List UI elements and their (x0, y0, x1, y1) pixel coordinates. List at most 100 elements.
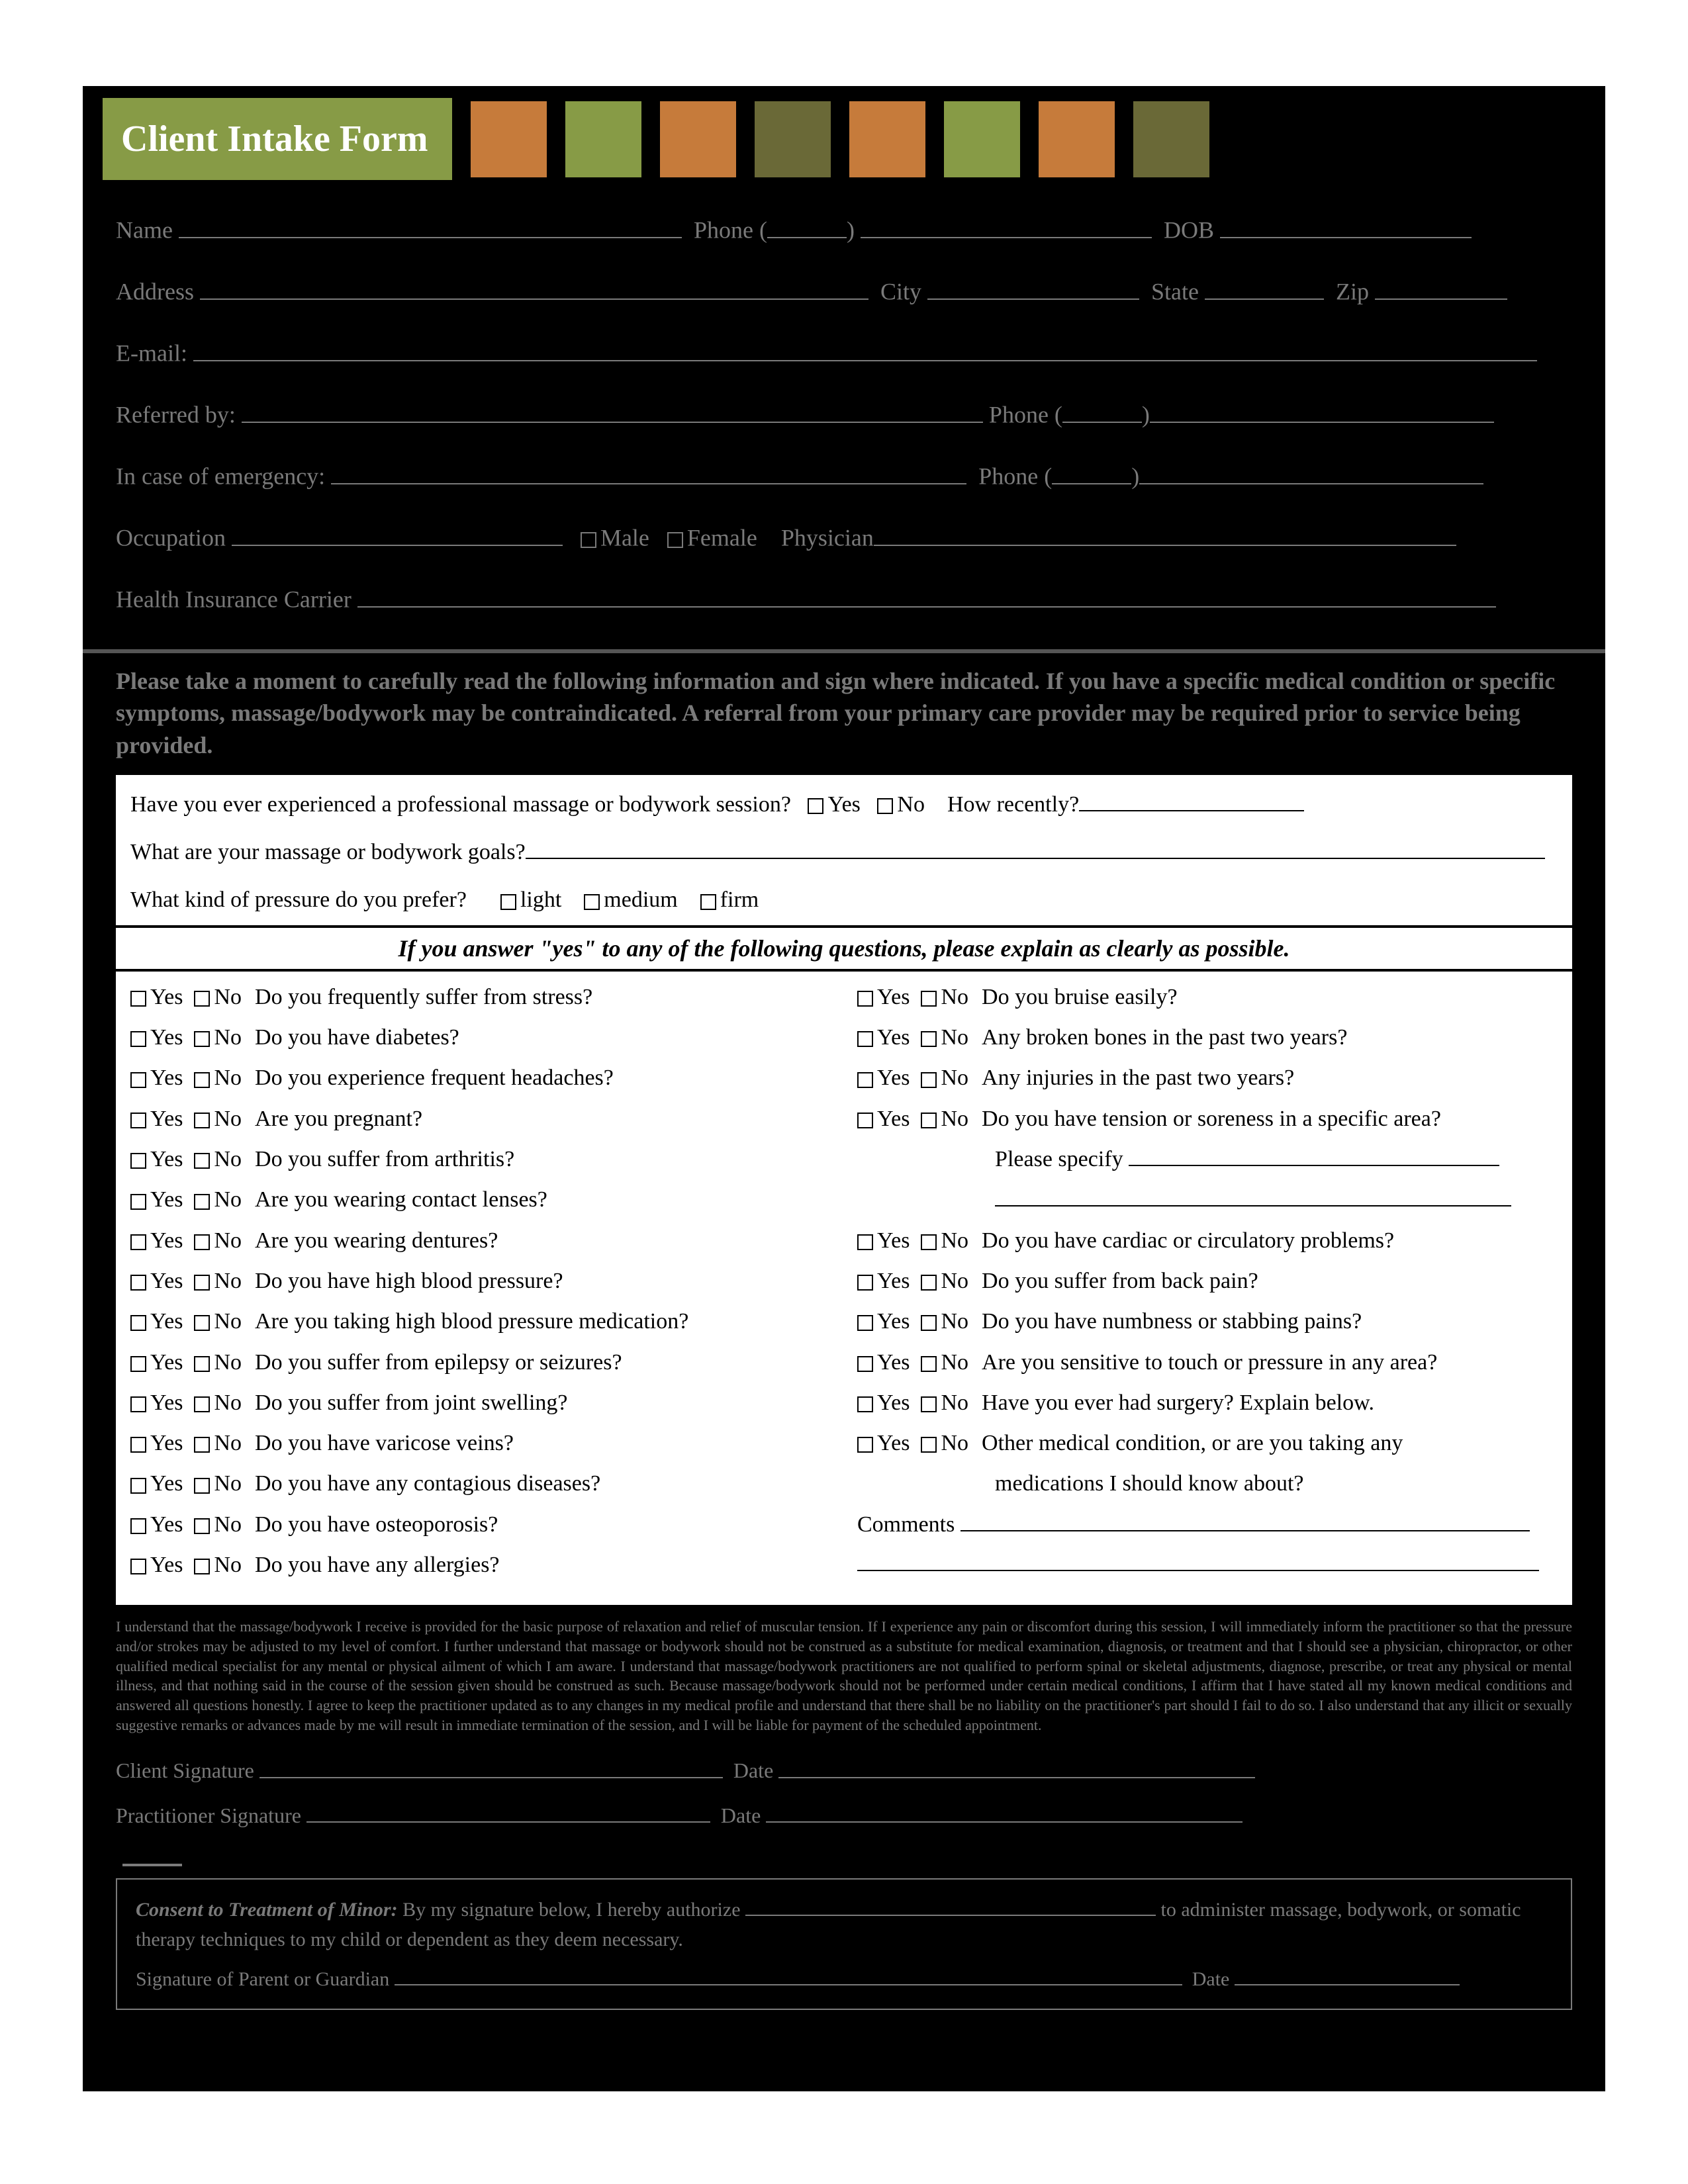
checkbox-yes[interactable] (130, 1072, 146, 1088)
checkbox-no[interactable] (194, 991, 210, 1007)
input-referred[interactable] (242, 396, 983, 423)
checkbox-no[interactable] (194, 1437, 210, 1453)
checkbox-firm[interactable] (700, 894, 716, 910)
checkbox-no[interactable] (921, 1234, 937, 1250)
checkbox-female[interactable] (667, 532, 683, 548)
checkbox-yes[interactable] (857, 1396, 873, 1412)
input-practitioner-sig[interactable] (306, 1799, 710, 1823)
input-comments[interactable] (961, 1509, 1530, 1531)
input-practitioner-date[interactable] (766, 1799, 1243, 1823)
checkbox-no[interactable] (921, 991, 937, 1007)
input-specify2[interactable] (995, 1184, 1511, 1206)
checkbox-yes[interactable] (130, 1234, 146, 1250)
checkbox-no[interactable] (194, 1518, 210, 1534)
question-row: Yes NoDo you have diabetes? (130, 1021, 831, 1054)
label-yes: Yes (877, 1228, 910, 1253)
checkbox-light[interactable] (500, 894, 516, 910)
checkbox-no[interactable] (194, 1072, 210, 1088)
checkbox-exp-yes[interactable] (808, 798, 823, 814)
input-name[interactable] (179, 212, 682, 238)
label-yes: Yes (150, 1553, 183, 1577)
input-email[interactable] (193, 335, 1537, 361)
label-no: No (941, 1025, 968, 1050)
question-text: Do you suffer from back pain? (982, 1265, 1558, 1297)
checkbox-no[interactable] (921, 1315, 937, 1331)
checkbox-yes[interactable] (130, 1275, 146, 1291)
checkbox-no[interactable] (194, 1356, 210, 1372)
checkbox-yes[interactable] (130, 1356, 146, 1372)
checkbox-yes[interactable] (130, 1559, 146, 1574)
checkbox-no[interactable] (921, 1113, 937, 1128)
question-row: Yes NoDo you experience frequent headach… (130, 1062, 831, 1094)
input-minor-date[interactable] (1235, 1964, 1460, 1985)
input-phone3[interactable] (1139, 458, 1483, 484)
checkbox-yes[interactable] (130, 1315, 146, 1331)
question-row: Yes NoDo you have tension or soreness in… (857, 1103, 1558, 1135)
input-phone2-area[interactable] (1062, 396, 1142, 423)
checkbox-exp-no[interactable] (877, 798, 893, 814)
checkbox-yes[interactable] (857, 1275, 873, 1291)
input-city[interactable] (927, 273, 1139, 300)
label-yes: Yes (150, 1390, 183, 1415)
checkbox-yes[interactable] (857, 991, 873, 1007)
input-parent-sig[interactable] (395, 1964, 1182, 1985)
checkbox-no[interactable] (194, 1396, 210, 1412)
checkbox-no[interactable] (194, 1031, 210, 1047)
checkbox-male[interactable] (581, 532, 596, 548)
checkbox-no[interactable] (921, 1396, 937, 1412)
input-emergency[interactable] (331, 458, 966, 484)
input-phone-area[interactable] (767, 212, 847, 238)
input-insurance[interactable] (357, 581, 1496, 608)
checkbox-yes[interactable] (130, 1396, 146, 1412)
checkbox-no[interactable] (921, 1072, 937, 1088)
checkbox-no[interactable] (194, 1478, 210, 1494)
input-address[interactable] (200, 273, 868, 300)
checkbox-no[interactable] (921, 1275, 937, 1291)
checkbox-no[interactable] (194, 1194, 210, 1210)
input-occupation[interactable] (232, 520, 563, 546)
checkbox-yes[interactable] (130, 1478, 146, 1494)
checkbox-medium[interactable] (584, 894, 600, 910)
input-phone[interactable] (861, 212, 1152, 238)
page-frame: Client Intake Form Name Phone () DOB Add… (83, 86, 1605, 2091)
checkbox-no[interactable] (194, 1315, 210, 1331)
input-physician[interactable] (874, 520, 1456, 546)
input-zip[interactable] (1375, 273, 1507, 300)
input-specify[interactable] (1129, 1144, 1499, 1166)
checkbox-yes[interactable] (130, 1518, 146, 1534)
checkbox-no[interactable] (194, 1234, 210, 1250)
checkbox-yes[interactable] (130, 1153, 146, 1169)
checkbox-no[interactable] (194, 1113, 210, 1128)
label-no: No (214, 1066, 242, 1090)
checkbox-yes[interactable] (857, 1437, 873, 1453)
checkbox-yes[interactable] (130, 1194, 146, 1210)
checkbox-yes[interactable] (130, 1437, 146, 1453)
question-text: Do you have varicose veins? (255, 1427, 831, 1459)
input-state[interactable] (1205, 273, 1324, 300)
input-phone2[interactable] (1150, 396, 1494, 423)
input-comments2[interactable] (857, 1549, 1539, 1571)
checkbox-no[interactable] (194, 1559, 210, 1574)
checkbox-no[interactable] (921, 1356, 937, 1372)
input-phone3-area[interactable] (1052, 458, 1131, 484)
checkbox-yes[interactable] (857, 1234, 873, 1250)
checkbox-yes[interactable] (857, 1072, 873, 1088)
checkbox-yes[interactable] (857, 1113, 873, 1128)
checkbox-yes[interactable] (857, 1356, 873, 1372)
input-minor-auth[interactable] (745, 1894, 1156, 1916)
checkbox-yes[interactable] (857, 1315, 873, 1331)
input-client-date[interactable] (778, 1754, 1255, 1778)
checkbox-yes[interactable] (130, 991, 146, 1007)
checkbox-yes[interactable] (130, 1113, 146, 1128)
checkbox-no[interactable] (194, 1275, 210, 1291)
input-client-sig[interactable] (259, 1754, 723, 1778)
checkbox-yes[interactable] (130, 1031, 146, 1047)
input-goals[interactable] (526, 837, 1545, 859)
checkbox-no[interactable] (921, 1437, 937, 1453)
checkbox-no[interactable] (921, 1031, 937, 1047)
input-dob[interactable] (1220, 212, 1472, 238)
input-recent[interactable] (1079, 789, 1304, 811)
checkbox-yes[interactable] (857, 1031, 873, 1047)
checkbox-no[interactable] (194, 1153, 210, 1169)
label-male: Male (600, 525, 649, 551)
